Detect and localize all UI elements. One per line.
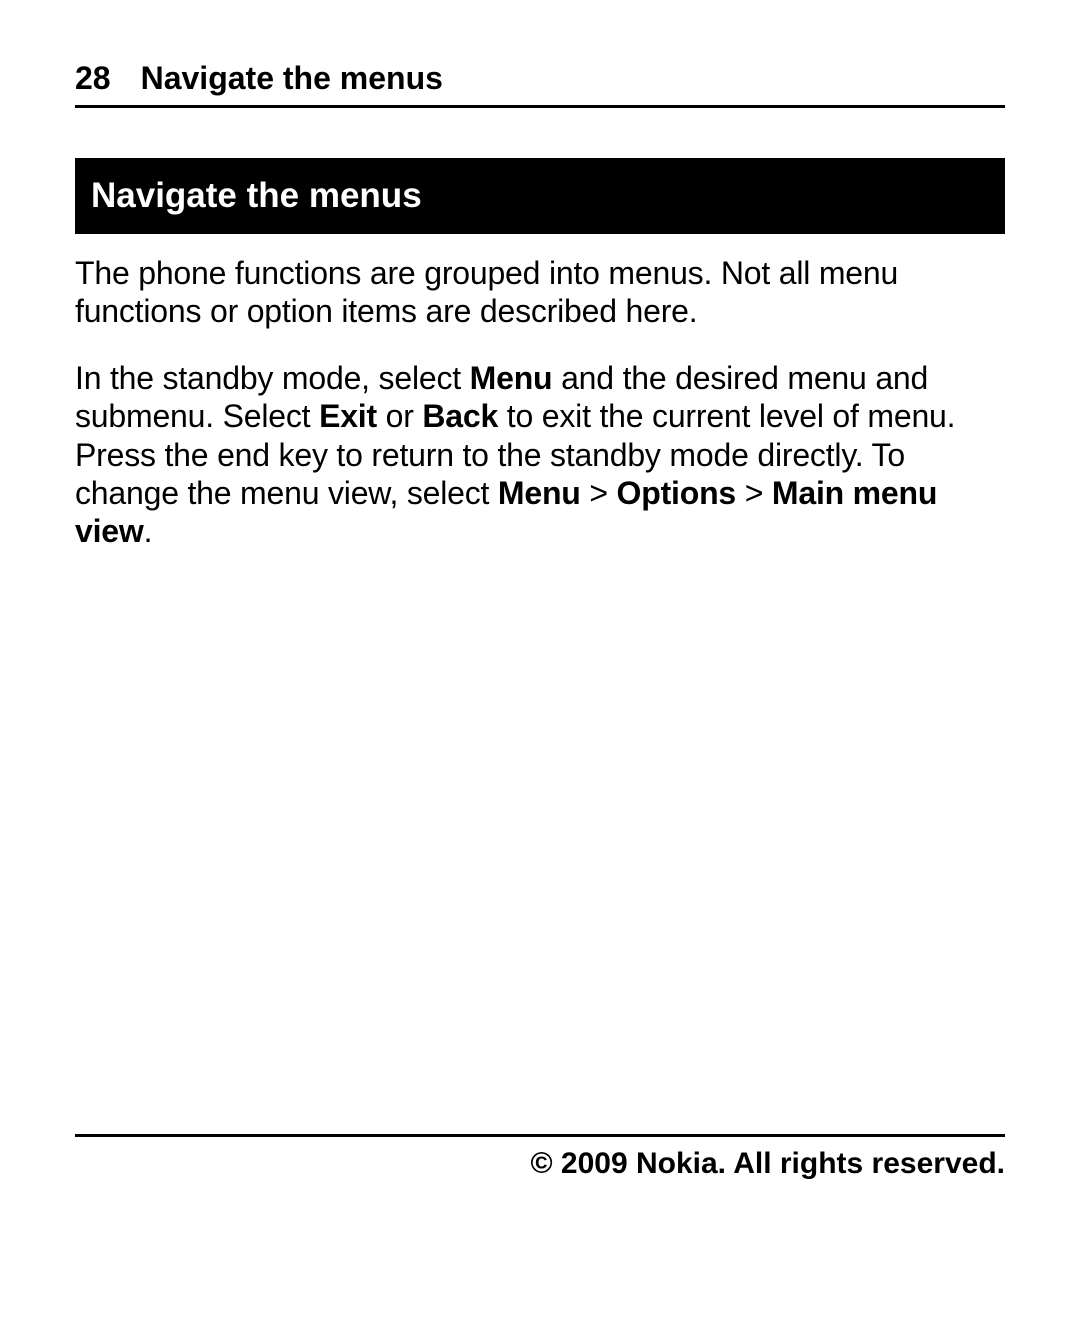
header-inner: 28 Navigate the menus — [75, 60, 1005, 97]
bold-exit: Exit — [319, 398, 377, 434]
page-container: 28 Navigate the menus Navigate the menus… — [0, 0, 1080, 1336]
running-title: Navigate the menus — [141, 60, 443, 97]
text-run: In the standby mode, select — [75, 360, 470, 396]
paragraph-1: The phone functions are grouped into men… — [75, 254, 1005, 331]
bold-menu: Menu — [470, 360, 553, 396]
bold-options: Options — [617, 475, 736, 511]
section-title: Navigate the menus — [75, 158, 1005, 234]
page-header: 28 Navigate the menus — [75, 60, 1005, 108]
text-run: or — [377, 398, 422, 434]
text-run: > — [581, 475, 617, 511]
bold-menu-2: Menu — [498, 475, 581, 511]
copyright-text: © 2009 Nokia. All rights reserved. — [530, 1147, 1005, 1180]
paragraph-2: In the standby mode, select Menu and the… — [75, 359, 1005, 551]
page-number: 28 — [75, 60, 111, 97]
page-footer: © 2009 Nokia. All rights reserved. — [75, 1134, 1005, 1181]
bold-back: Back — [422, 398, 498, 434]
text-run: . — [144, 513, 153, 549]
text-run: > — [736, 475, 772, 511]
